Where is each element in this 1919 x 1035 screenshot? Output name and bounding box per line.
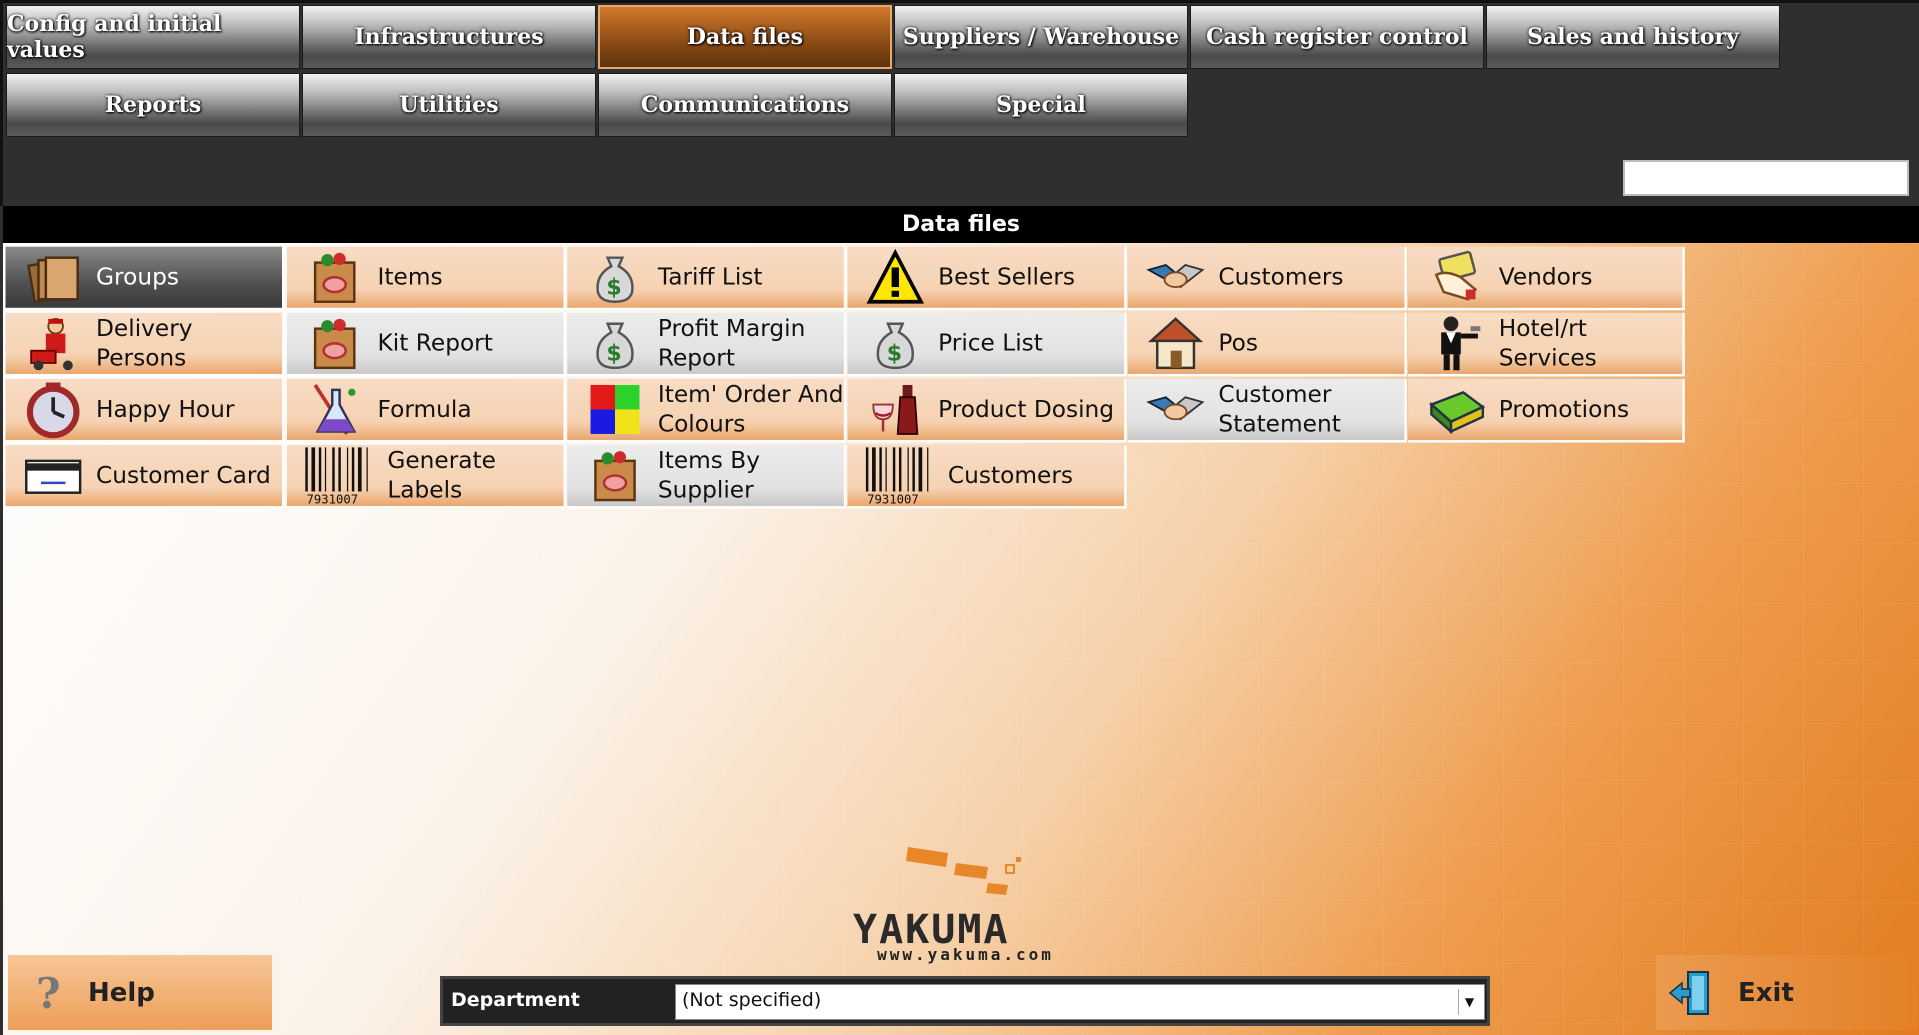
nav-utilities[interactable]: Utilities xyxy=(302,73,596,137)
tile-label: Hotel/rt Services xyxy=(1498,315,1597,372)
tile-formula[interactable]: Formula xyxy=(286,376,567,443)
house-icon xyxy=(1143,310,1209,376)
folders-icon xyxy=(20,244,86,310)
handshake-icon xyxy=(1143,376,1209,442)
department-bar: Department (Not specified) ▼ xyxy=(440,976,1490,1026)
money-bag-icon: $ xyxy=(582,244,648,310)
tile-label: Vendors xyxy=(1498,263,1593,291)
tile-label: Best Sellers xyxy=(938,263,1076,291)
department-value: (Not specified) xyxy=(682,989,822,1011)
barcode-icon: 7931007 xyxy=(302,443,378,509)
tile-best-sellers[interactable]: Best Sellers xyxy=(847,244,1127,311)
nav-data-files[interactable]: Data files xyxy=(598,5,892,69)
warning-icon xyxy=(862,244,928,310)
tile-label: Customers xyxy=(1218,263,1344,291)
nav-config[interactable]: Config and initial values xyxy=(6,5,300,69)
tile-product-dosing[interactable]: Product Dosing xyxy=(847,376,1127,443)
page-title: Data files xyxy=(3,206,1919,243)
handshake-icon xyxy=(1143,244,1209,310)
nav-special[interactable]: Special xyxy=(894,73,1188,137)
nav-cash-register-control[interactable]: Cash register control xyxy=(1190,5,1484,69)
svg-text:$: $ xyxy=(606,342,621,367)
tile-label: Profit Margin Report xyxy=(657,315,806,372)
wine-icon xyxy=(862,376,928,442)
clock-icon xyxy=(20,376,86,442)
tile-label: Tariff List xyxy=(657,263,763,291)
help-button[interactable]: ? Help xyxy=(8,955,272,1030)
tile-generate-labels[interactable]: 7931007 Generate Labels xyxy=(286,443,567,509)
tile-item-order-and-colours[interactable]: Item' Order And Colours xyxy=(567,376,847,443)
flask-icon xyxy=(302,376,368,442)
tile-label: Kit Report xyxy=(377,329,493,357)
content-area: Groups Items $ Tariff List Best Sellers Custo… xyxy=(3,243,1919,1035)
exit-door-icon xyxy=(1668,970,1709,1015)
svg-text:$: $ xyxy=(606,275,621,300)
tile-tariff-list[interactable]: $ Tariff List xyxy=(567,244,847,311)
department-select[interactable]: (Not specified) ▼ xyxy=(675,984,1485,1020)
nav-communications[interactable]: Communications xyxy=(598,73,892,137)
tile-label: Happy Hour xyxy=(96,396,235,423)
tile-label: Item' Order And Colours xyxy=(657,381,844,438)
tile-label: Items By Supplier xyxy=(657,447,761,504)
tile-price-list[interactable]: $ Price List xyxy=(847,310,1127,377)
money-bag-icon: $ xyxy=(862,310,928,376)
tile-label: Price List xyxy=(938,329,1043,357)
tile-kit-report[interactable]: Kit Report xyxy=(286,310,567,377)
hand-card-icon xyxy=(1423,244,1489,310)
money-bag-icon: $ xyxy=(582,310,648,376)
help-label: Help xyxy=(88,977,155,1008)
logo-url: www.yakuma.com xyxy=(877,945,1054,964)
barcode-number: 7931007 xyxy=(307,493,359,506)
barcode-number: 7931007 xyxy=(867,493,919,506)
top-navigation: Config and initial values Infrastructure… xyxy=(0,0,1919,206)
barcode-icon: 7931007 xyxy=(862,443,938,509)
exit-label: Exit xyxy=(1738,977,1794,1008)
tile-customer-statement[interactable]: Customer Statement xyxy=(1127,376,1407,443)
waiter-icon xyxy=(1423,310,1489,376)
tile-label: Formula xyxy=(377,396,472,423)
tile-label: Generate Labels xyxy=(387,447,496,504)
tile-label: Customer Card xyxy=(96,462,271,490)
svg-text:$: $ xyxy=(887,342,902,367)
cash-stack-icon xyxy=(1423,376,1489,442)
chevron-down-icon[interactable]: ▼ xyxy=(1458,989,1480,1015)
nav-reports[interactable]: Reports xyxy=(6,73,300,137)
tile-label: Items xyxy=(377,263,443,291)
tile-label: Promotions xyxy=(1498,396,1630,423)
tile-profit-margin-report[interactable]: $ Profit Margin Report xyxy=(567,310,847,377)
nav-infrastructures[interactable]: Infrastructures xyxy=(302,5,596,69)
nav-sales-history[interactable]: Sales and history xyxy=(1486,5,1780,69)
tile-label: Customers xyxy=(947,462,1074,490)
tile-promotions[interactable]: Promotions xyxy=(1408,376,1685,443)
tile-happy-hour[interactable]: Happy Hour xyxy=(5,376,285,443)
tile-label: Pos xyxy=(1218,329,1258,357)
tile-label: Delivery Persons xyxy=(96,315,193,372)
tile-vendors[interactable]: Vendors xyxy=(1408,244,1685,311)
exit-button[interactable]: Exit xyxy=(1656,955,1918,1030)
tile-items[interactable]: Items xyxy=(286,244,567,311)
search-input[interactable] xyxy=(1623,160,1909,196)
tile-pos[interactable]: Pos xyxy=(1127,310,1407,377)
question-icon: ? xyxy=(36,969,61,1018)
tile-customers[interactable]: Customers xyxy=(1127,244,1407,311)
nav-suppliers-warehouse[interactable]: Suppliers / Warehouse xyxy=(894,5,1188,69)
tile-label: Customer Statement xyxy=(1218,381,1341,438)
delivery-person-icon xyxy=(20,310,86,376)
card-icon xyxy=(20,443,86,509)
department-label: Department xyxy=(451,989,580,1011)
svg-text:?: ? xyxy=(36,969,61,1018)
shopping-bag-icon xyxy=(302,244,368,310)
tile-customer-card[interactable]: Customer Card xyxy=(5,443,285,509)
shopping-bag-icon xyxy=(582,443,648,509)
tile-hotel-rt-services[interactable]: Hotel/rt Services xyxy=(1408,310,1685,377)
color-grid-icon xyxy=(582,376,648,442)
tile-items-by-supplier[interactable]: Items By Supplier xyxy=(567,443,847,509)
tile-groups[interactable]: Groups xyxy=(5,244,285,311)
tile-label: Product Dosing xyxy=(938,396,1115,423)
shopping-bag-icon xyxy=(302,310,368,376)
tile-delivery-persons[interactable]: Delivery Persons xyxy=(5,310,285,377)
tile-label: Groups xyxy=(96,263,179,291)
tile-customers[interactable]: 7931007 Customers xyxy=(847,443,1127,509)
